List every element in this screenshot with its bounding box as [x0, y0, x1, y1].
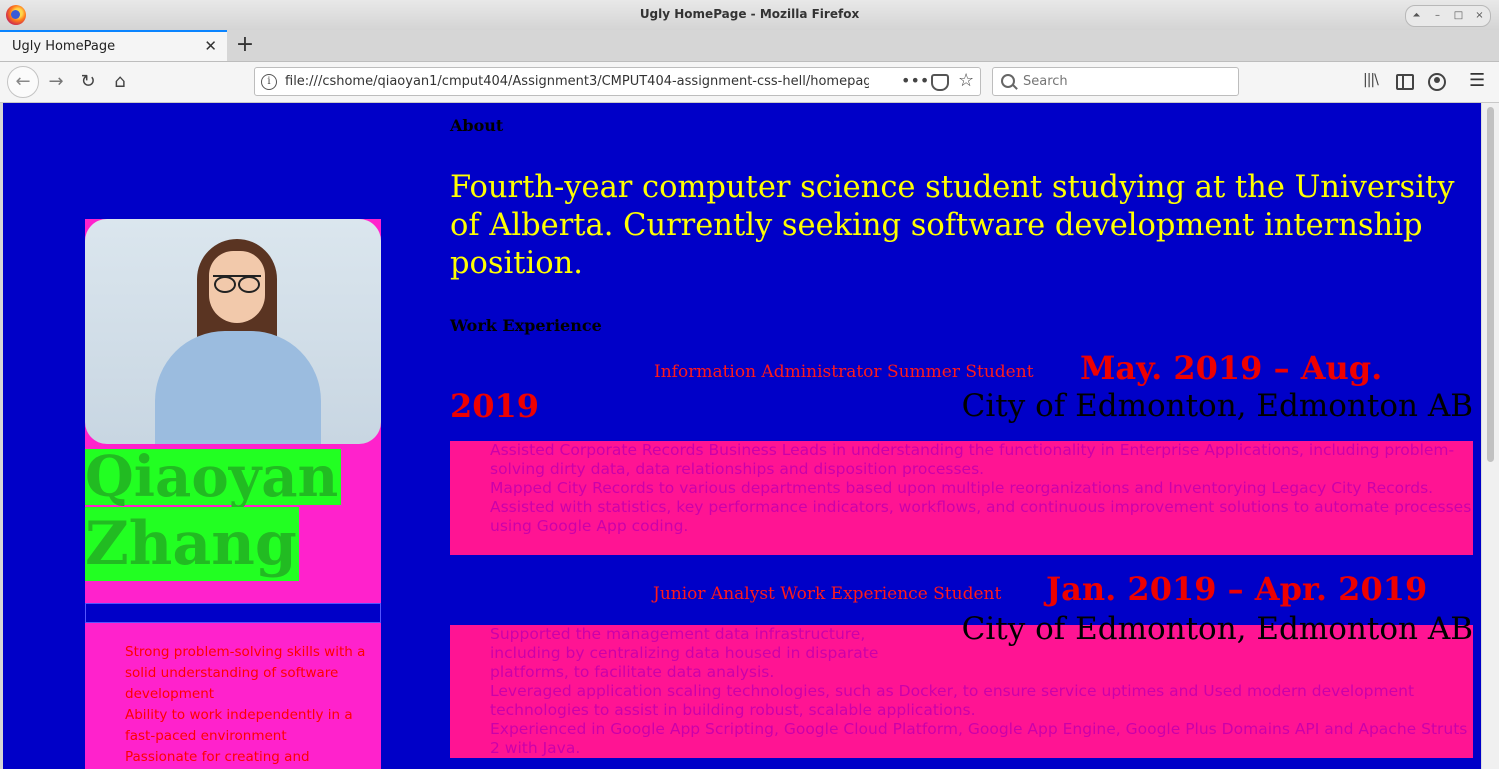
job-bullet: Assisted with statistics, key performanc…	[490, 498, 1472, 535]
window-minimize-button[interactable]: –	[1429, 7, 1447, 25]
url-bar[interactable]: i file:///cshome/qiaoyan1/cmput404/Assig…	[254, 67, 981, 96]
job-bullet: Assisted Corporate Records Business Lead…	[490, 441, 1455, 478]
job-bullet: Mapped City Records to various departmen…	[490, 479, 1434, 497]
window-close-button[interactable]: ×	[1471, 7, 1489, 25]
skill-item: Ability to work independently in a fast-…	[125, 707, 353, 744]
job-bullet: Supported the management data infrastruc…	[490, 625, 879, 681]
search-input[interactable]	[1021, 73, 1225, 90]
profile-last-name: Zhang	[85, 507, 299, 581]
tab-bar: Ugly HomePage ✕ +	[0, 30, 1499, 62]
home-button[interactable]: ⌂	[106, 68, 134, 96]
job-dates: Jan. 2019 – Apr. 2019	[1046, 570, 1428, 608]
profile-first-name: Qiaoyan	[85, 449, 342, 505]
navigation-toolbar: ← → ↻ ⌂ i file:///cshome/qiaoyan1/cmput4…	[0, 62, 1499, 103]
job-bullet: Experienced in Google App Scripting, Goo…	[490, 720, 1468, 757]
reload-button[interactable]: ↻	[74, 68, 102, 96]
job-dates-continued: 2019	[450, 387, 540, 425]
hamburger-menu-icon[interactable]: ☰	[1469, 70, 1485, 91]
info-icon[interactable]: i	[261, 74, 277, 90]
about-heading: About	[450, 116, 504, 135]
profile-photo	[85, 219, 381, 444]
job-title: Junior Analyst Work Experience Student	[653, 584, 1002, 604]
job-bullet: Leveraged application scaling technologi…	[490, 682, 1415, 719]
vertical-scrollbar[interactable]	[1481, 103, 1499, 769]
about-text: Fourth-year computer science student stu…	[450, 170, 1455, 281]
tab-ugly-homepage[interactable]: Ugly HomePage ✕	[0, 30, 227, 61]
forward-button[interactable]: →	[42, 68, 70, 96]
new-tab-button[interactable]: +	[233, 32, 257, 57]
profile-divider	[85, 603, 381, 623]
job-title: Information Administrator Summer Student	[654, 362, 1034, 382]
back-button[interactable]: ←	[7, 66, 39, 98]
job-organization: City of Edmonton, Edmonton AB	[961, 388, 1473, 424]
tab-close-icon[interactable]: ✕	[204, 37, 217, 55]
page-actions-more-icon[interactable]: •••	[901, 71, 929, 90]
window-titlebar: Ugly HomePage - Mozilla Firefox ⏶ – □ ×	[0, 0, 1499, 31]
tab-title: Ugly HomePage	[12, 39, 116, 54]
window-title: Ugly HomePage - Mozilla Firefox	[639, 7, 860, 21]
job-dates: May. 2019 – Aug.	[1080, 349, 1383, 387]
job-organization: City of Edmonton, Edmonton AB	[961, 611, 1473, 647]
work-experience-heading: Work Experience	[450, 316, 602, 335]
skill-item: Strong problem-solving skills with a sol…	[125, 644, 366, 702]
search-bar[interactable]	[992, 67, 1239, 96]
skills-list: Strong problem-solving skills with a sol…	[125, 642, 375, 768]
profile-card: Qiaoyan Zhang Strong problem-solving ski…	[85, 219, 381, 769]
library-icon[interactable]: |||\	[1363, 72, 1379, 88]
window-maximize-button[interactable]: □	[1450, 7, 1468, 25]
job-description: Assisted Corporate Records Business Lead…	[450, 441, 1473, 555]
account-icon[interactable]	[1428, 73, 1446, 91]
search-icon	[1001, 74, 1015, 88]
bookmark-star-icon[interactable]: ☆	[958, 70, 974, 91]
sidebar-toggle-icon[interactable]	[1396, 74, 1414, 90]
window-controls: ⏶ – □ ×	[1405, 5, 1491, 27]
url-text[interactable]: file:///cshome/qiaoyan1/cmput404/Assignm…	[285, 74, 869, 89]
page-viewport: Qiaoyan Zhang Strong problem-solving ski…	[3, 103, 1481, 769]
skill-item: Passionate for creating and	[125, 749, 310, 765]
scrollbar-thumb[interactable]	[1487, 107, 1494, 462]
pocket-icon[interactable]	[931, 74, 949, 91]
window-up-button[interactable]: ⏶	[1408, 7, 1426, 25]
